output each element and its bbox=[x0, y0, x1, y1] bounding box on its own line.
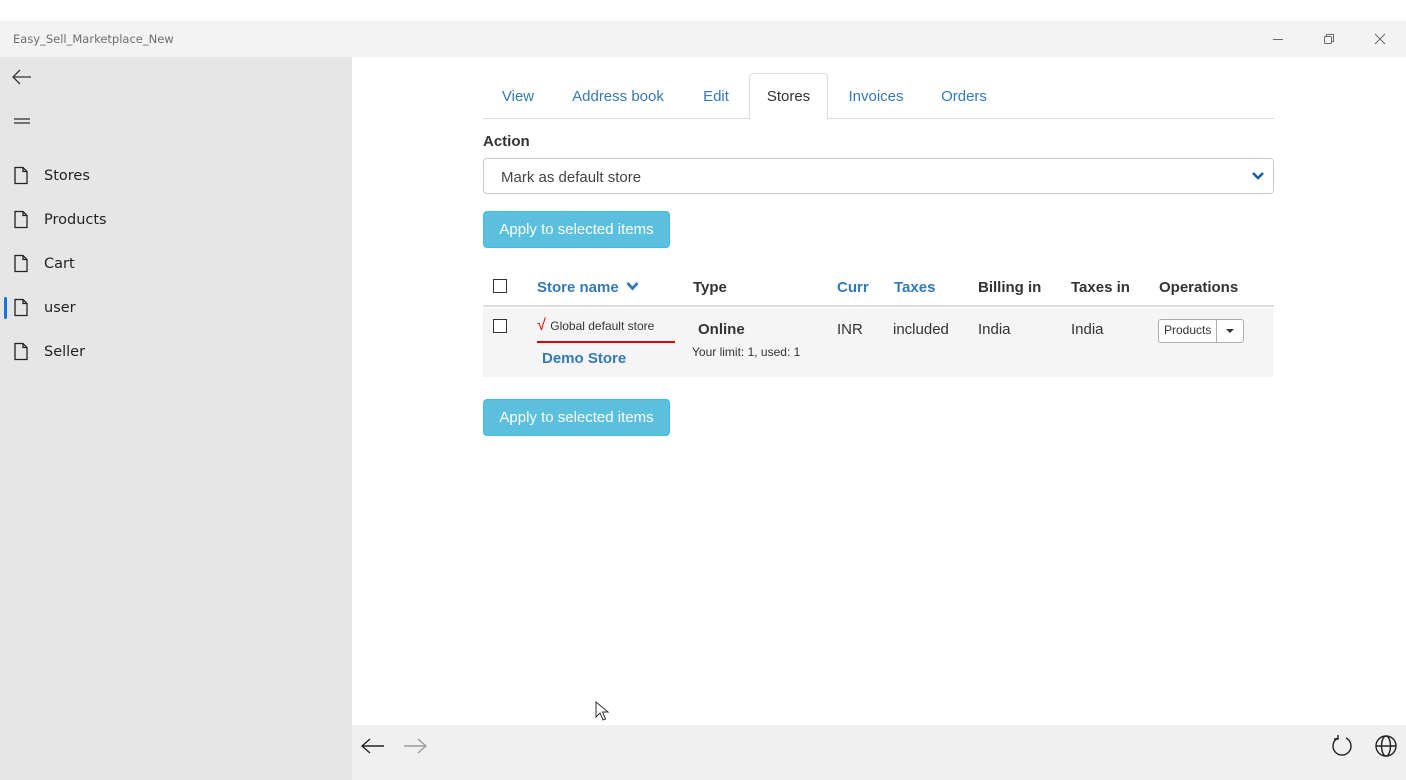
store-taxes-in: India bbox=[1071, 321, 1104, 338]
default-store-label: Global default store bbox=[550, 319, 655, 333]
sort-chevron-icon bbox=[626, 282, 639, 291]
store-name-link[interactable]: Demo Store bbox=[542, 350, 626, 367]
browser-back-button[interactable] bbox=[358, 731, 388, 761]
apply-to-selected-button-top[interactable]: Apply to selected items bbox=[483, 211, 670, 248]
sidebar-item-label: Stores bbox=[44, 168, 90, 184]
action-select[interactable]: Mark as default store bbox=[483, 158, 1274, 194]
mouse-cursor-icon bbox=[595, 701, 610, 721]
hamburger-icon bbox=[14, 118, 30, 124]
column-operations: Operations bbox=[1159, 279, 1239, 296]
close-button[interactable] bbox=[1357, 25, 1403, 53]
operations-dropdown-toggle[interactable] bbox=[1217, 320, 1243, 342]
column-taxes[interactable]: Taxes bbox=[894, 279, 935, 296]
tab-bar: View Address book Edit Stores Invoices O… bbox=[483, 73, 1274, 120]
tab-invoices[interactable]: Invoices bbox=[836, 73, 916, 119]
restore-button[interactable] bbox=[1306, 25, 1352, 53]
default-checkmark: √ bbox=[537, 317, 546, 334]
row-checkbox[interactable] bbox=[493, 319, 507, 333]
store-limit: Your limit: 1, used: 1 bbox=[692, 345, 801, 359]
back-arrow-icon bbox=[12, 69, 31, 85]
operations-split-button: Products bbox=[1158, 319, 1245, 343]
select-all-checkbox[interactable] bbox=[493, 279, 507, 293]
main-content: View Address book Edit Stores Invoices O… bbox=[352, 57, 1406, 725]
column-store-name[interactable]: Store name bbox=[537, 279, 639, 296]
sidebar-item-label: Cart bbox=[44, 256, 75, 272]
sidebar: Stores Products Cart user Seller bbox=[0, 57, 352, 780]
sidebar-item-cart[interactable]: Cart bbox=[0, 244, 352, 284]
action-label: Action bbox=[483, 133, 530, 150]
active-indicator bbox=[4, 297, 7, 319]
store-currency: INR bbox=[837, 321, 863, 338]
back-button[interactable] bbox=[11, 66, 33, 88]
chevron-down-icon bbox=[1251, 169, 1265, 188]
column-store-name-label: Store name bbox=[537, 279, 619, 296]
minimize-icon bbox=[1273, 39, 1283, 40]
title-bar: Easy_Sell_Marketplace_New bbox=[0, 21, 1406, 57]
sidebar-item-seller[interactable]: Seller bbox=[0, 332, 352, 372]
document-icon bbox=[13, 342, 29, 366]
sidebar-item-stores[interactable]: Stores bbox=[0, 156, 352, 196]
bottom-bar bbox=[352, 725, 1406, 780]
document-icon bbox=[13, 254, 29, 278]
column-billing-in: Billing in bbox=[978, 279, 1042, 296]
menu-button[interactable] bbox=[11, 110, 33, 132]
column-curr[interactable]: Curr bbox=[837, 279, 869, 296]
products-button[interactable]: Products bbox=[1159, 320, 1218, 342]
tab-edit[interactable]: Edit bbox=[688, 73, 744, 119]
tab-orders[interactable]: Orders bbox=[928, 73, 1000, 119]
globe-icon bbox=[1375, 735, 1397, 757]
minimize-button[interactable] bbox=[1255, 25, 1301, 53]
tab-address-book[interactable]: Address book bbox=[558, 73, 678, 119]
sidebar-item-label: user bbox=[44, 300, 76, 316]
restore-icon bbox=[1324, 34, 1334, 44]
back-arrow-icon bbox=[361, 738, 384, 754]
sidebar-item-products[interactable]: Products bbox=[0, 200, 352, 240]
default-store-indicator: √ Global default store bbox=[537, 317, 675, 343]
apply-to-selected-button-bottom[interactable]: Apply to selected items bbox=[483, 399, 670, 436]
caret-down-icon bbox=[1226, 329, 1235, 333]
forward-arrow-icon bbox=[404, 738, 427, 754]
store-taxes: included bbox=[893, 321, 949, 338]
refresh-icon bbox=[1332, 735, 1352, 756]
table-header: Store name Type Curr Taxes Billing in Ta… bbox=[483, 269, 1274, 307]
sidebar-item-label: Seller bbox=[44, 344, 86, 360]
action-select-value: Mark as default store bbox=[501, 169, 642, 186]
close-icon bbox=[1374, 33, 1386, 45]
sidebar-item-label: Products bbox=[44, 212, 107, 228]
document-icon bbox=[13, 166, 29, 190]
globe-button[interactable] bbox=[1371, 731, 1401, 761]
table-row: √ Global default store Demo Store Online… bbox=[483, 308, 1274, 377]
tab-stores[interactable]: Stores bbox=[749, 73, 828, 120]
store-type: Online bbox=[698, 321, 745, 338]
tab-view[interactable]: View bbox=[488, 73, 548, 119]
document-icon bbox=[13, 210, 29, 234]
refresh-button[interactable] bbox=[1327, 731, 1357, 761]
column-taxes-in: Taxes in bbox=[1071, 279, 1130, 296]
app-title: Easy_Sell_Marketplace_New bbox=[13, 32, 174, 46]
browser-forward-button[interactable] bbox=[400, 731, 430, 761]
column-type: Type bbox=[693, 279, 727, 296]
store-billing-in: India bbox=[978, 321, 1011, 338]
sidebar-item-user[interactable]: user bbox=[0, 288, 352, 328]
document-icon bbox=[13, 298, 29, 322]
